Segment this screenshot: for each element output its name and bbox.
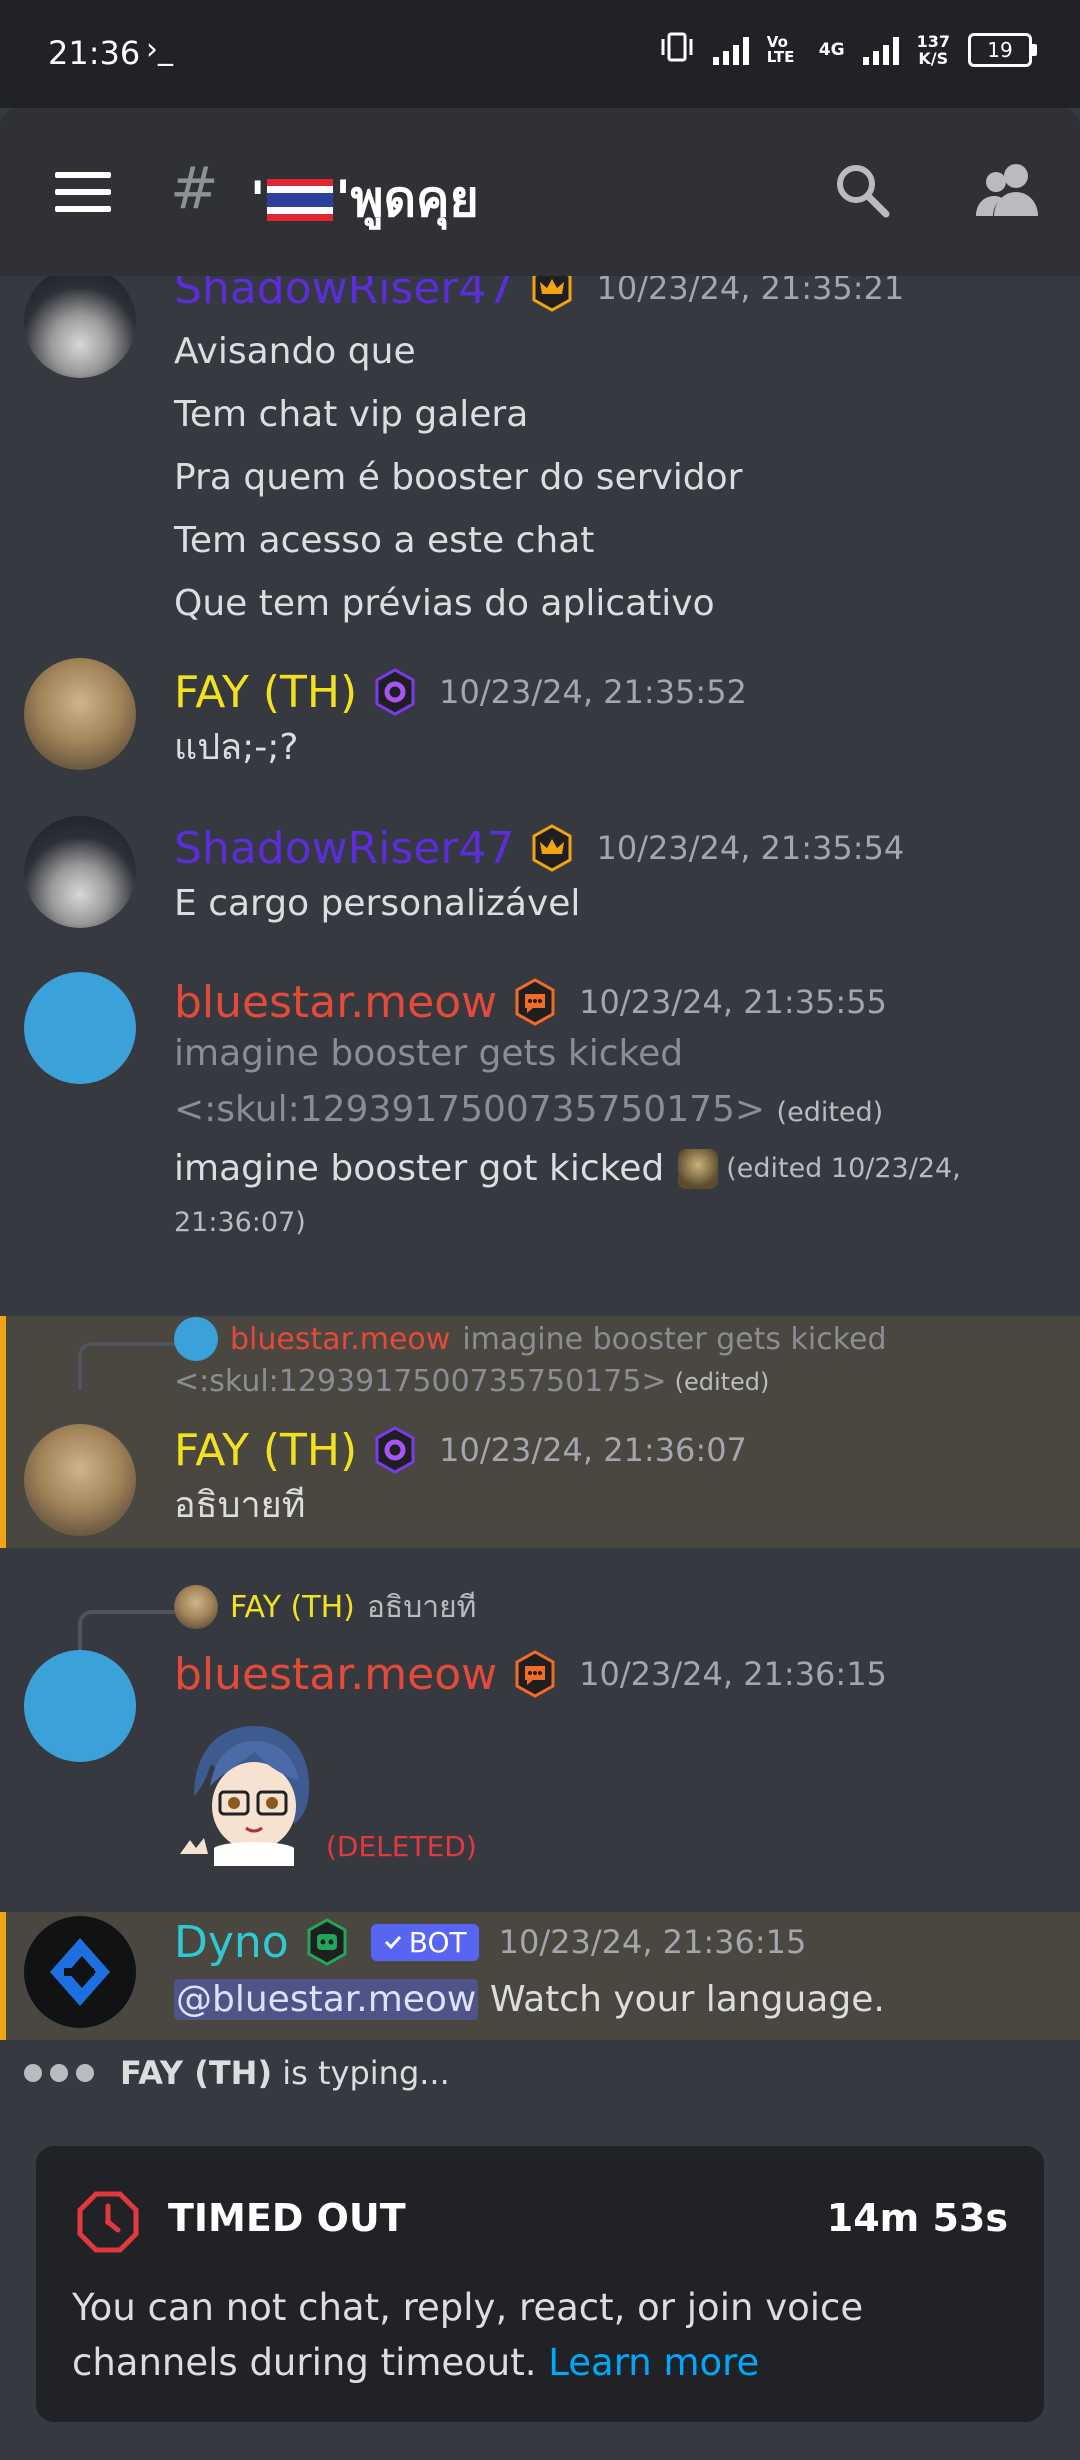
message-list[interactable]: ShadowRiser47 10/23/24, 21:35:21 Avisand…: [0, 276, 1080, 2040]
typing-indicator: FAY (TH) is typing...: [0, 2040, 1080, 2110]
reply-text: imagine booster gets kicked: [462, 1321, 887, 1357]
bot-badge-icon: [305, 1918, 349, 1966]
reply-author[interactable]: bluestar.meow: [230, 1322, 450, 1357]
avatar[interactable]: [24, 1424, 136, 1536]
search-button[interactable]: [832, 160, 892, 220]
typing-dots-icon: [24, 2064, 94, 2082]
timeout-notice: TIMED OUT 14m 53s You can not chat, repl…: [36, 2146, 1044, 2422]
crown-icon: [530, 276, 574, 312]
timestamp: 10/23/24, 21:36:15: [498, 1923, 807, 1961]
reply-connector: [78, 1342, 178, 1390]
message-text: imagine booster got kicked: [174, 1148, 665, 1189]
skull-emoji-icon: [678, 1149, 719, 1189]
message[interactable]: FAY (TH) 10/23/24, 21:35:52 แปล;-;?: [0, 658, 1080, 798]
reply-text: อธิบายที: [366, 1589, 477, 1625]
terminal-icon: ›_: [146, 32, 173, 67]
edit-history-line: imagine booster gets kicked: [174, 1033, 684, 1074]
timeout-title: TIMED OUT: [168, 2196, 406, 2240]
reply-preview[interactable]: bluestar.meow imagine booster gets kicke…: [174, 1316, 887, 1362]
typing-suffix: is typing...: [272, 2054, 450, 2092]
timestamp: 10/23/24, 21:36:07: [439, 1431, 747, 1469]
member-list-button[interactable]: [974, 160, 1044, 220]
reply-author[interactable]: FAY (TH): [230, 1590, 355, 1625]
timeout-clock-icon: [76, 2190, 140, 2254]
signal-icon-2: [862, 35, 899, 65]
author-name[interactable]: ShadowRiser47: [174, 276, 514, 314]
message[interactable]: ShadowRiser47 10/23/24, 21:35:21 Avisand…: [0, 276, 1080, 624]
signal-icon: [712, 35, 749, 65]
network-label: 4G: [818, 39, 845, 60]
reply-avatar: [174, 1585, 218, 1629]
deleted-tag: (DELETED): [326, 1830, 477, 1863]
avatar[interactable]: [24, 816, 136, 928]
message-highlighted[interactable]: bluestar.meow imagine booster gets kicke…: [0, 1316, 1080, 1548]
author-name[interactable]: FAY (TH): [174, 1425, 357, 1476]
author-name[interactable]: ShadowRiser47: [174, 823, 514, 874]
author-name[interactable]: FAY (TH): [174, 667, 357, 718]
message[interactable]: bluestar.meow 10/23/24, 21:35:55 imagine…: [0, 972, 1080, 1272]
author-name[interactable]: bluestar.meow: [174, 1649, 497, 1700]
timestamp: 10/23/24, 21:35:21: [596, 276, 905, 307]
avatar[interactable]: [24, 1916, 136, 2028]
status-bar: 21:36 ›_ Vo LTE 4G 137 K/S 19: [0, 0, 1080, 108]
message[interactable]: ShadowRiser47 10/23/24, 21:35:54 E cargo…: [0, 816, 1080, 956]
reply-preview-2: <:skul:1293917500735750175> (edited): [174, 1364, 770, 1399]
vibrate-icon: [659, 30, 695, 69]
timeout-countdown: 14m 53s: [826, 2196, 1008, 2240]
sticker-image[interactable]: [174, 1716, 324, 1866]
author-name[interactable]: bluestar.meow: [174, 977, 497, 1028]
battery-icon: 19: [968, 32, 1037, 67]
message-text: Watch your language.: [489, 1979, 885, 2020]
gear-badge-icon: [373, 668, 417, 716]
timestamp: 10/23/24, 21:35:52: [439, 673, 747, 711]
edited-time: 21:36:07): [174, 1207, 306, 1238]
thai-flag-icon: [267, 178, 334, 221]
clock: 21:36: [48, 34, 141, 72]
avatar[interactable]: [24, 658, 136, 770]
checkmark-icon: [384, 1935, 401, 1950]
avatar[interactable]: [24, 972, 136, 1084]
reply-preview[interactable]: FAY (TH) อธิบายที: [174, 1584, 476, 1630]
message-text: อธิบายที: [174, 1485, 306, 1526]
avatar[interactable]: [24, 1650, 136, 1762]
status-icons: Vo LTE 4G 137 K/S 19: [659, 30, 1037, 69]
message-text: E cargo personalizável: [174, 883, 581, 924]
learn-more-link[interactable]: Learn more: [548, 2341, 759, 2384]
menu-button[interactable]: [55, 172, 111, 223]
crown-icon: [530, 824, 574, 872]
edited-tag: (edited): [776, 1097, 884, 1128]
timestamp: 10/23/24, 21:36:15: [579, 1655, 887, 1693]
message-line: Que tem prévias do aplicativo: [174, 583, 715, 624]
message-line: Pra quem é booster do servidor: [174, 457, 743, 498]
channel-header: # ' 'พูดคุย: [0, 108, 1080, 276]
message-highlighted[interactable]: Dyno BOT 10/23/24, 21:36:15 @bluestar.me…: [0, 1912, 1080, 2040]
hash-icon: #: [170, 154, 219, 222]
edited-tag: (edited): [674, 1367, 770, 1396]
reply-avatar: [174, 1317, 218, 1361]
message-line: Tem acesso a este chat: [174, 520, 595, 561]
bot-tag: BOT: [370, 1923, 479, 1961]
volte-label: Vo LTE: [766, 32, 795, 66]
timestamp: 10/23/24, 21:35:55: [579, 983, 887, 1021]
net-speed: 137 K/S: [916, 31, 950, 68]
author-name[interactable]: Dyno: [174, 1917, 289, 1968]
gear-badge-icon: [373, 1426, 417, 1474]
channel-name: ' 'พูดคุย: [250, 170, 479, 229]
edit-history-line: <:skul:1293917500735750175>: [174, 1089, 766, 1130]
message-text: แปล;-;?: [174, 727, 299, 768]
message-line: Avisando que: [174, 331, 416, 372]
message-line: Tem chat vip galera: [174, 394, 529, 435]
timestamp: 10/23/24, 21:35:54: [596, 829, 905, 867]
typing-user: FAY (TH): [120, 2054, 273, 2092]
edited-tag: (edited 10/23/24,: [726, 1153, 961, 1184]
user-mention[interactable]: @bluestar.meow: [174, 1979, 479, 2020]
chat-badge-icon: [513, 978, 557, 1026]
chat-badge-icon: [513, 1650, 557, 1698]
avatar[interactable]: [24, 276, 136, 378]
